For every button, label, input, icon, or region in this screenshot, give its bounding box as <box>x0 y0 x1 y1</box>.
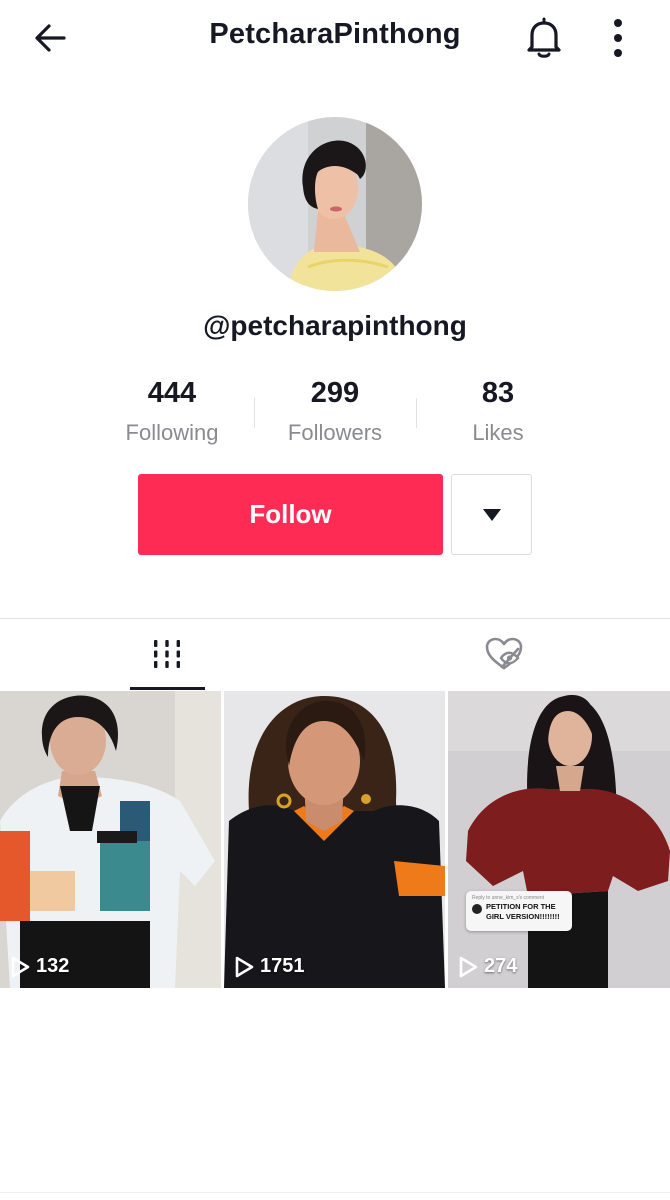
divider <box>0 618 670 619</box>
play-count: 132 <box>10 955 69 978</box>
more-options-button[interactable] <box>596 14 640 62</box>
view-count: 1751 <box>260 955 305 977</box>
play-icon <box>459 956 478 977</box>
commenter-avatar <box>472 904 482 914</box>
active-tab-indicator <box>130 687 205 690</box>
notifications-button[interactable] <box>520 14 568 62</box>
followers-stat[interactable]: 299 Followers <box>253 374 417 450</box>
video-thumbnail[interactable]: 1751 <box>224 691 445 988</box>
comment-reply-sticker: Reply to anne_kim_s's comment PETITION F… <box>466 891 572 931</box>
play-count: 274 <box>458 955 517 978</box>
video-thumbnail[interactable]: Reply to anne_kim_s's comment PETITION F… <box>448 691 670 988</box>
following-count: 444 <box>147 377 197 409</box>
tab-liked[interactable] <box>449 624 559 684</box>
likes-count: 83 <box>481 377 515 409</box>
play-count: 1751 <box>234 955 305 978</box>
sticker-reply-text: Reply to anne_kim_s's comment <box>472 895 545 901</box>
heart-hidden-icon <box>485 637 523 670</box>
tab-videos[interactable] <box>112 624 222 684</box>
suggested-accounts-dropdown-button[interactable] <box>451 474 532 555</box>
more-vertical-icon <box>614 19 622 57</box>
video-thumbnail[interactable]: 132 <box>0 691 221 988</box>
caret-down-icon <box>482 508 501 521</box>
bell-icon <box>527 17 561 58</box>
followers-label: Followers <box>287 420 383 445</box>
top-bar: PetcharaPinthong <box>0 0 670 76</box>
followers-count: 299 <box>310 377 360 409</box>
likes-label: Likes <box>472 420 524 445</box>
following-stat[interactable]: 444 Following <box>90 374 254 450</box>
grid-icon <box>154 640 180 668</box>
sticker-text: PETITION FOR THE GIRL VERSION!!!!!!!! <box>486 902 560 921</box>
follow-button[interactable]: Follow <box>138 474 443 555</box>
likes-stat[interactable]: 83 Likes <box>416 374 580 450</box>
profile-page: PetcharaPinthong @petcharapinthong 444 F… <box>0 0 670 1200</box>
view-count: 132 <box>36 955 70 977</box>
following-label: Following <box>125 420 219 445</box>
play-icon <box>235 956 254 977</box>
divider <box>0 1192 670 1193</box>
play-icon <box>11 956 30 977</box>
username: @petcharapinthong <box>203 310 467 341</box>
view-count: 274 <box>484 955 518 977</box>
profile-avatar[interactable] <box>248 117 422 291</box>
page-title: PetcharaPinthong <box>209 18 461 50</box>
